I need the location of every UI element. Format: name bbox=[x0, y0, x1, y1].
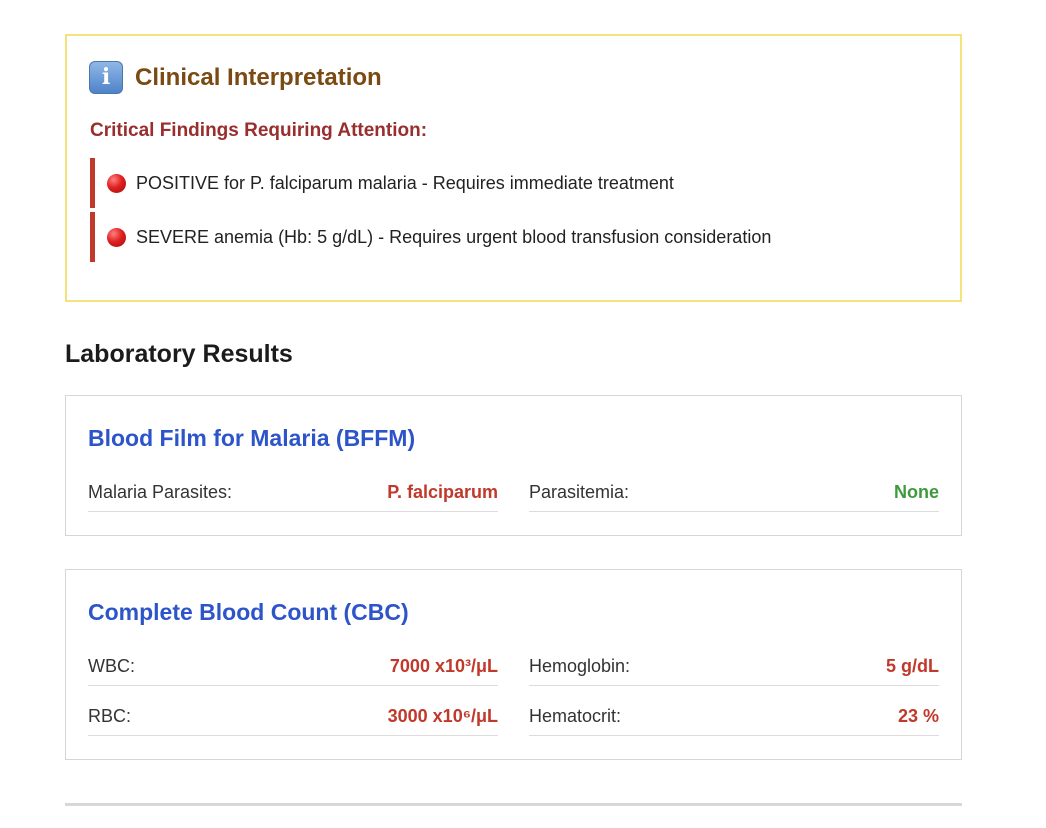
result-row-wbc: WBC: 7000 x10³/μL bbox=[88, 648, 498, 686]
clinical-interpretation-box: i Clinical Interpretation Critical Findi… bbox=[65, 34, 962, 302]
result-value: 23 % bbox=[897, 706, 939, 726]
critical-finding-text: SEVERE anemia (Hb: 5 g/dL) - Requires ur… bbox=[136, 226, 772, 247]
result-label: Hemoglobin: bbox=[529, 656, 631, 676]
critical-finding-item: POSITIVE for P. falciparum malaria - Req… bbox=[90, 158, 930, 208]
result-row-parasitemia: Parasitemia: None bbox=[529, 474, 939, 512]
result-row-rbc: RBC: 3000 x10⁶/μL bbox=[88, 698, 498, 736]
report-page: i Clinical Interpretation Critical Findi… bbox=[0, 0, 1046, 828]
section-divider bbox=[65, 803, 962, 806]
critical-finding-item: SEVERE anemia (Hb: 5 g/dL) - Requires ur… bbox=[90, 212, 930, 262]
cbc-title: Complete Blood Count (CBC) bbox=[88, 599, 409, 625]
result-row-malaria-parasites: Malaria Parasites: P. falciparum bbox=[88, 474, 498, 512]
info-icon: i bbox=[89, 61, 123, 94]
result-label: Malaria Parasites: bbox=[88, 482, 233, 502]
result-row-hemoglobin: Hemoglobin: 5 g/dL bbox=[529, 648, 939, 686]
result-value: 7000 x10³/μL bbox=[389, 656, 498, 676]
bffm-title: Blood Film for Malaria (BFFM) bbox=[88, 425, 416, 451]
result-label: Hematocrit: bbox=[529, 706, 622, 726]
cbc-panel: Complete Blood Count (CBC) WBC: 7000 x10… bbox=[65, 569, 962, 760]
result-label: Parasitemia: bbox=[529, 482, 630, 502]
laboratory-results-heading: Laboratory Results bbox=[65, 340, 293, 368]
result-value: P. falciparum bbox=[387, 482, 498, 502]
bffm-panel: Blood Film for Malaria (BFFM) Malaria Pa… bbox=[65, 395, 962, 536]
critical-finding-text: POSITIVE for P. falciparum malaria - Req… bbox=[136, 172, 674, 193]
result-label: WBC: bbox=[88, 656, 135, 676]
result-label: RBC: bbox=[88, 706, 132, 726]
result-value: 5 g/dL bbox=[886, 656, 939, 676]
red-circle-icon bbox=[107, 227, 126, 247]
red-circle-icon bbox=[107, 173, 126, 193]
critical-findings-heading: Critical Findings Requiring Attention: bbox=[90, 120, 428, 141]
result-value: 3000 x10⁶/μL bbox=[387, 706, 498, 726]
interpretation-title-row: i Clinical Interpretation bbox=[89, 61, 382, 94]
result-value: None bbox=[894, 482, 939, 502]
interpretation-title: Clinical Interpretation bbox=[135, 63, 382, 91]
result-row-hematocrit: Hematocrit: 23 % bbox=[529, 698, 939, 736]
